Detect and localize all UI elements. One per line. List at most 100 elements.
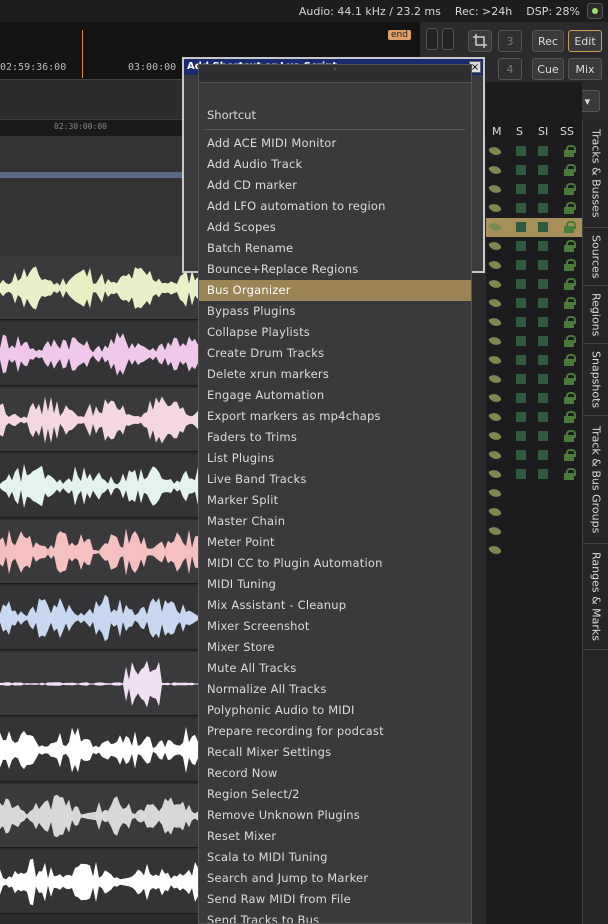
toggle-square-icon[interactable] — [538, 374, 548, 384]
active-leaf-icon[interactable] — [488, 467, 502, 481]
menu-item[interactable]: Collapse Playlists — [199, 322, 471, 343]
lock-icon[interactable] — [564, 392, 576, 404]
toggle-square-icon[interactable] — [538, 450, 548, 460]
cue-button[interactable]: Cue — [532, 58, 564, 80]
active-leaf-icon[interactable] — [488, 201, 502, 215]
menu-item[interactable]: Add CD marker — [199, 175, 471, 196]
track-list-row[interactable] — [486, 237, 582, 256]
toggle-square-icon[interactable] — [516, 412, 526, 422]
toggle-square-icon[interactable] — [516, 146, 526, 156]
menu-item[interactable]: Send Tracks to Bus — [199, 910, 471, 923]
active-leaf-icon[interactable] — [488, 448, 502, 462]
menu-item[interactable]: List Plugins — [199, 448, 471, 469]
track-list-row[interactable] — [486, 465, 582, 484]
menu-item[interactable]: Add ACE MIDI Monitor — [199, 133, 471, 154]
toggle-square-icon[interactable] — [538, 298, 548, 308]
tab-ranges-marks[interactable]: Ranges & Marks — [583, 544, 608, 650]
rec-button[interactable]: Rec — [532, 30, 564, 52]
active-leaf-icon[interactable] — [488, 334, 502, 348]
active-leaf-icon[interactable] — [488, 429, 502, 443]
track-list-row[interactable] — [486, 389, 582, 408]
active-leaf-icon[interactable] — [488, 144, 502, 158]
menu-item[interactable]: Region Select/2 — [199, 784, 471, 805]
track-list-row[interactable] — [486, 332, 582, 351]
track-list-row[interactable] — [486, 256, 582, 275]
menu-item[interactable]: Reset Mixer — [199, 826, 471, 847]
audio-track-region[interactable] — [0, 784, 200, 848]
toggle-square-icon[interactable] — [538, 355, 548, 365]
number-3-button[interactable]: 3 — [498, 30, 522, 52]
toggle-square-icon[interactable] — [538, 222, 548, 232]
menu-item[interactable]: Polyphonic Audio to MIDI — [199, 700, 471, 721]
playhead[interactable] — [82, 30, 83, 78]
tab-regions[interactable]: Regions — [583, 286, 608, 344]
menu-item[interactable]: Bus Organizer — [199, 280, 471, 301]
active-leaf-icon[interactable] — [488, 391, 502, 405]
toggle-square-icon[interactable] — [516, 260, 526, 270]
menu-item[interactable]: Prepare recording for podcast — [199, 721, 471, 742]
track-list-row[interactable] — [486, 446, 582, 465]
lock-icon[interactable] — [564, 354, 576, 366]
menu-item[interactable]: Record Now — [199, 763, 471, 784]
menu-item[interactable]: Marker Split — [199, 490, 471, 511]
lock-icon[interactable] — [564, 164, 576, 176]
mix-button[interactable]: Mix — [568, 58, 602, 80]
toggle-square-icon[interactable] — [516, 317, 526, 327]
lock-icon[interactable] — [564, 259, 576, 271]
active-leaf-icon[interactable] — [488, 163, 502, 177]
menu-item[interactable]: Add Audio Track — [199, 154, 471, 175]
toggle-square-icon[interactable] — [516, 336, 526, 346]
lock-icon[interactable] — [564, 278, 576, 290]
toggle-square-icon[interactable] — [538, 184, 548, 194]
track-list-row[interactable] — [486, 313, 582, 332]
audio-track-region[interactable] — [0, 850, 200, 914]
track-list-row[interactable] — [486, 180, 582, 199]
lock-icon[interactable] — [564, 297, 576, 309]
lock-icon[interactable] — [564, 202, 576, 214]
menu-item[interactable]: Mixer Screenshot — [199, 616, 471, 637]
lock-icon[interactable] — [564, 183, 576, 195]
tab-tracks-busses[interactable]: Tracks & Busses — [583, 120, 608, 228]
menu-item[interactable]: Mixer Store — [199, 637, 471, 658]
active-leaf-icon[interactable] — [488, 277, 502, 291]
dsp-indicator-icon[interactable] — [587, 3, 603, 19]
active-leaf-icon[interactable] — [488, 258, 502, 272]
audio-track-region[interactable] — [0, 388, 200, 452]
toggle-square-icon[interactable] — [516, 431, 526, 441]
lock-icon[interactable] — [564, 240, 576, 252]
lock-icon[interactable] — [564, 221, 576, 233]
lock-icon[interactable] — [564, 411, 576, 423]
active-leaf-icon[interactable] — [488, 543, 502, 557]
active-leaf-icon[interactable] — [488, 296, 502, 310]
menu-item[interactable]: Export markers as mp4chaps — [199, 406, 471, 427]
edit-button[interactable]: Edit — [568, 30, 602, 52]
menu-item[interactable]: Faders to Trims — [199, 427, 471, 448]
menu-item[interactable]: Batch Rename — [199, 238, 471, 259]
active-leaf-icon[interactable] — [488, 239, 502, 253]
track-list-row[interactable] — [486, 370, 582, 389]
track-list-row[interactable] — [486, 541, 582, 560]
track-list-row[interactable] — [486, 275, 582, 294]
menu-item[interactable]: Create Drum Tracks — [199, 343, 471, 364]
toggle-square-icon[interactable] — [538, 203, 548, 213]
toggle-square-icon[interactable] — [538, 165, 548, 175]
scroll-up-arrow-icon[interactable]: ˄ — [199, 65, 471, 83]
active-leaf-icon[interactable] — [488, 372, 502, 386]
active-leaf-icon[interactable] — [488, 524, 502, 538]
number-4-button[interactable]: 4 — [498, 58, 522, 80]
toggle-square-icon[interactable] — [538, 393, 548, 403]
audio-track-region[interactable] — [0, 520, 200, 584]
active-leaf-icon[interactable] — [488, 315, 502, 329]
toggle-square-icon[interactable] — [538, 469, 548, 479]
lock-icon[interactable] — [564, 335, 576, 347]
menu-item[interactable]: Bounce+Replace Regions — [199, 259, 471, 280]
menu-item[interactable]: Send Raw MIDI from File — [199, 889, 471, 910]
toggle-square-icon[interactable] — [516, 374, 526, 384]
toggle-square-icon[interactable] — [538, 412, 548, 422]
toggle-square-icon[interactable] — [516, 184, 526, 194]
track-list-row[interactable] — [486, 142, 582, 161]
toggle-square-icon[interactable] — [538, 431, 548, 441]
menu-item[interactable]: Add LFO automation to region — [199, 196, 471, 217]
toggle-square-icon[interactable] — [538, 146, 548, 156]
lock-icon[interactable] — [564, 449, 576, 461]
